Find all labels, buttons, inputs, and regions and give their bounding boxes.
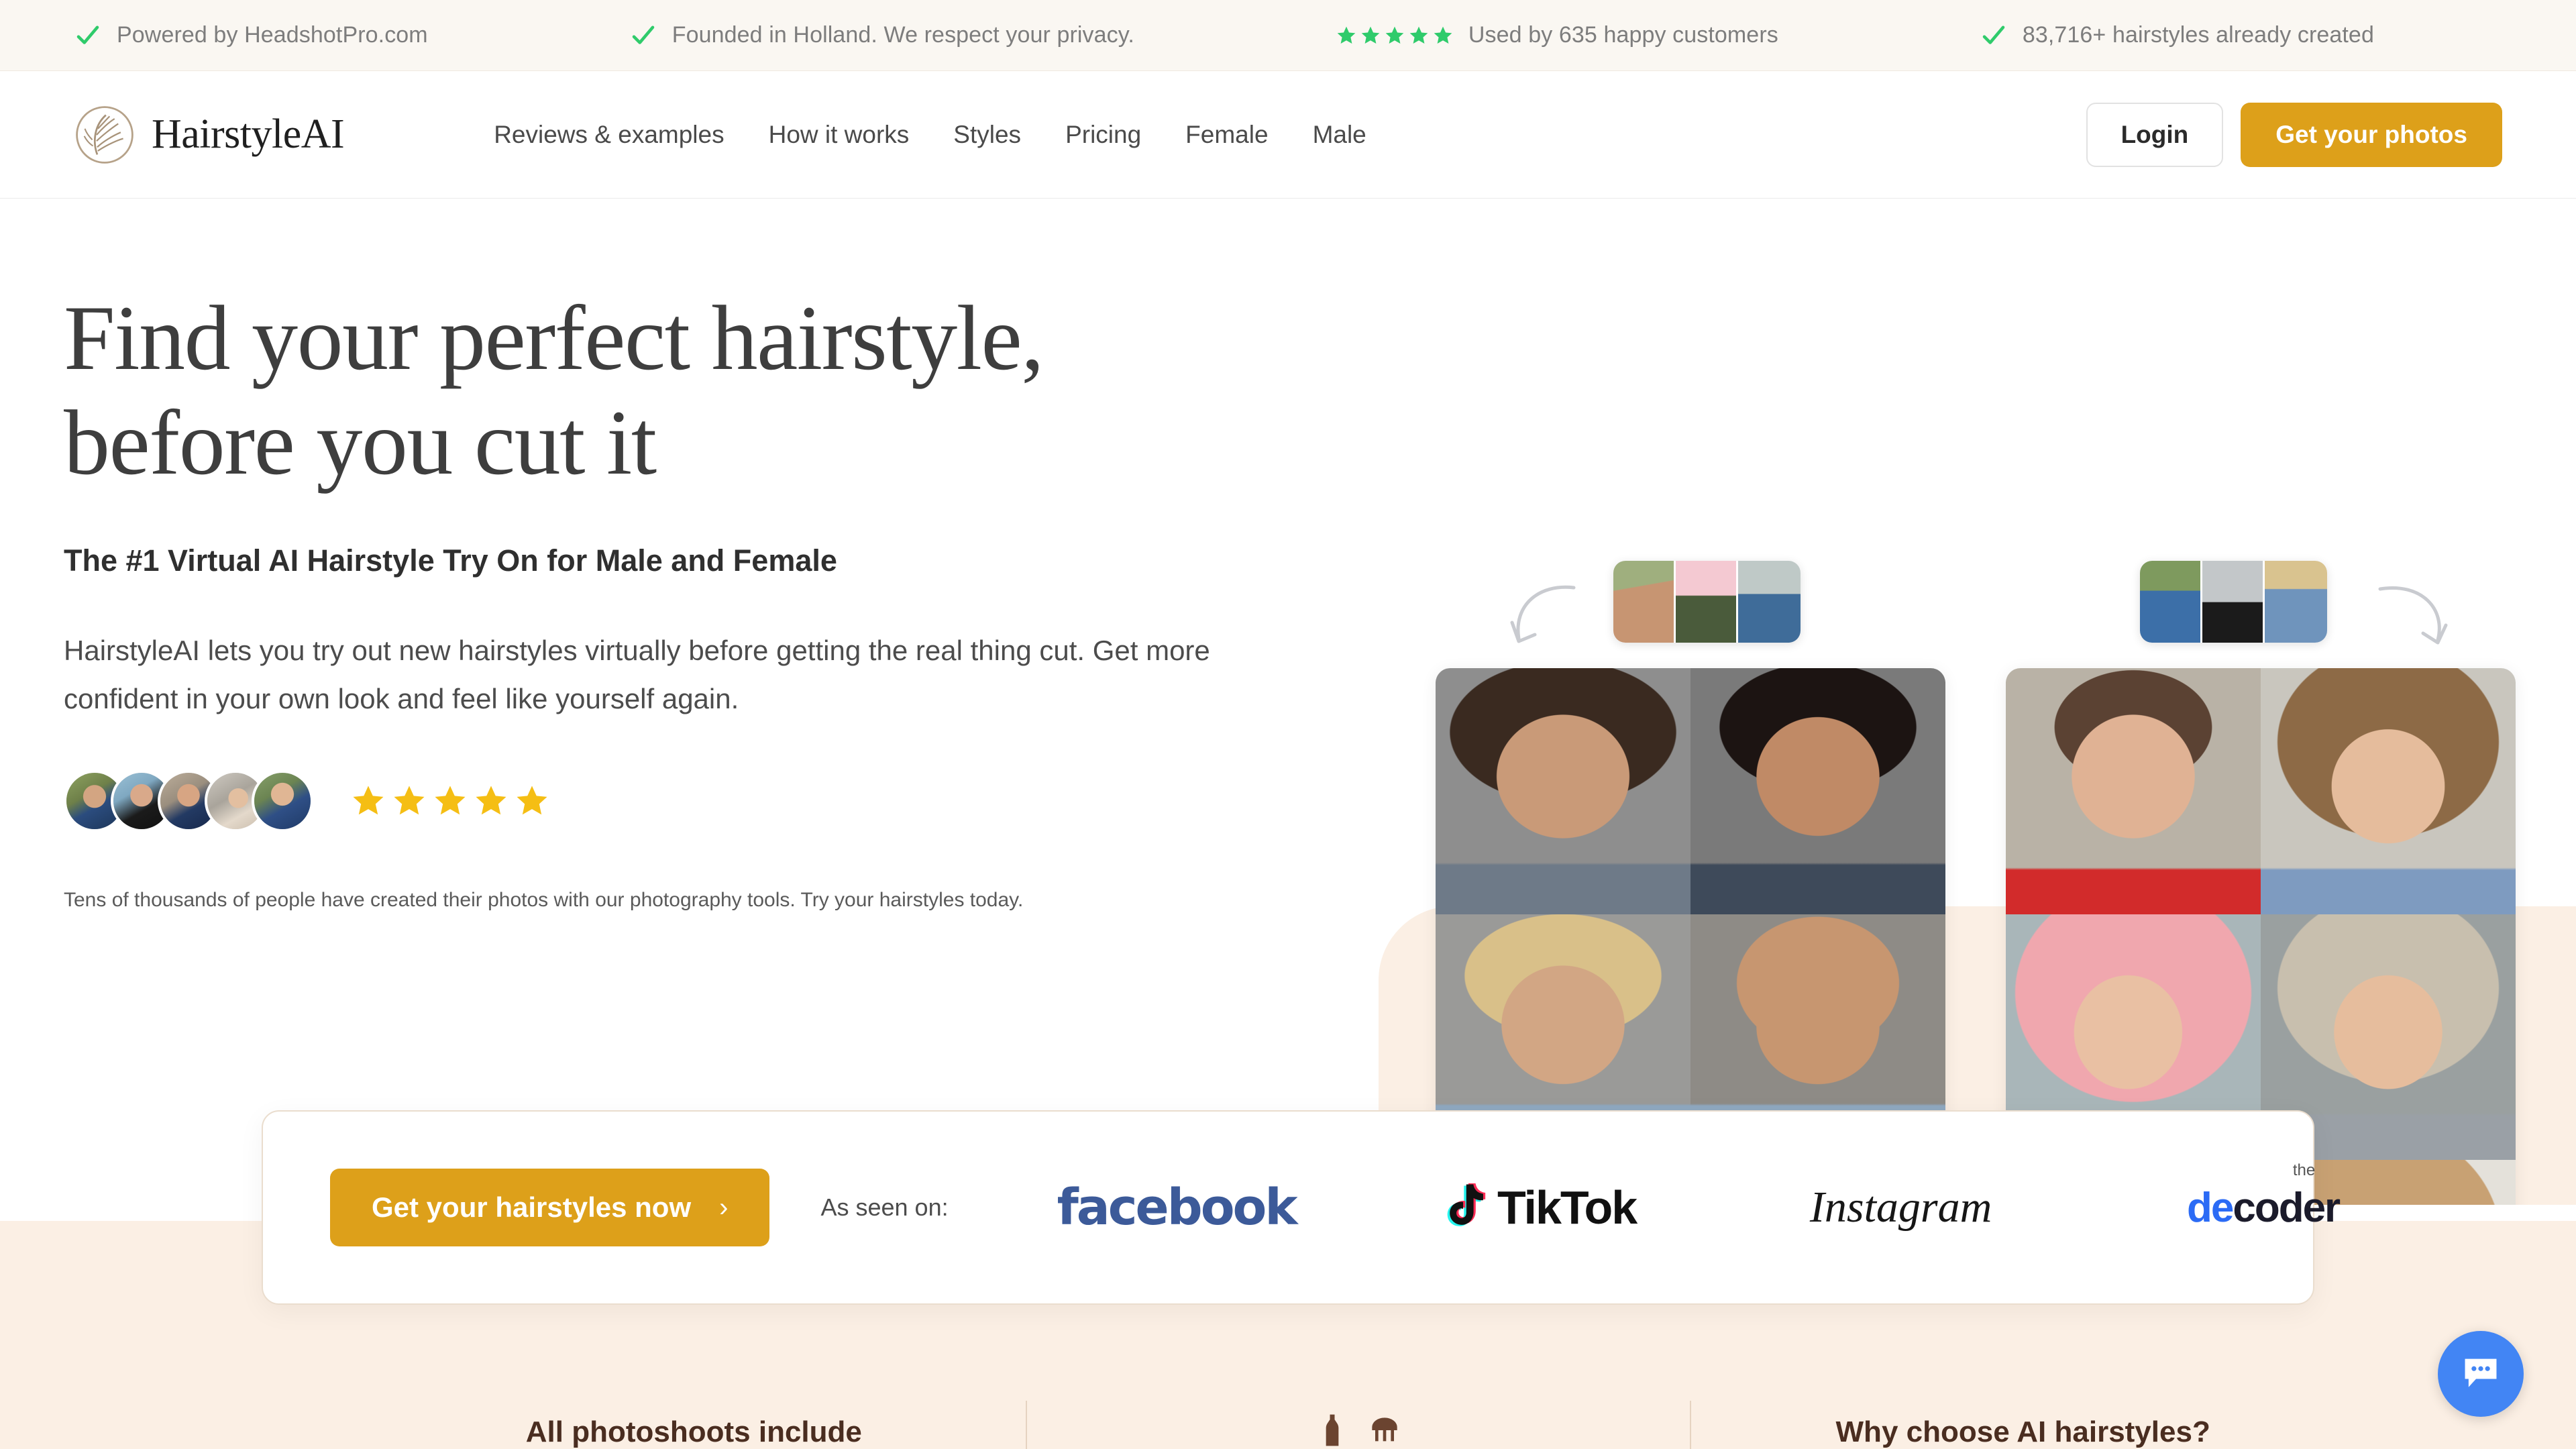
selfie-thumb — [1676, 561, 1738, 643]
trust-bar: Powered by HeadshotPro.com Founded in Ho… — [0, 0, 2576, 71]
chat-widget-button[interactable] — [2438, 1331, 2524, 1417]
stars-icon — [1336, 25, 1454, 46]
page-title: Find your perfect hairstyle, before you … — [64, 286, 1372, 495]
curved-arrow-icon — [2378, 586, 2448, 645]
uploaded-selfies-male — [1613, 561, 1801, 643]
trust-item-2-label: Founded in Holland. We respect your priv… — [672, 22, 1134, 48]
curved-arrow-icon — [1510, 585, 1576, 643]
nav-link-female[interactable]: Female — [1163, 121, 1290, 149]
brand-logo[interactable]: HairstyleAI — [74, 104, 345, 166]
headline-line-2: before you cut it — [64, 390, 657, 494]
selfie-thumb — [1613, 561, 1676, 643]
tiktok-note-icon — [1447, 1183, 1486, 1226]
decoder-logo[interactable]: the de coder — [2082, 1161, 2445, 1232]
trust-item-4: 83,716+ hairstyles already created — [1980, 21, 2374, 50]
chat-bubble-icon — [2465, 1358, 2497, 1387]
avatar — [252, 770, 313, 833]
trust-item-3-label: Used by 635 happy customers — [1468, 22, 1778, 48]
gallery-cell[interactable] — [2006, 668, 2261, 914]
social-proof — [64, 770, 1372, 833]
cta-button-label: Get your hairstyles now — [372, 1191, 692, 1223]
trust-item-2: Founded in Holland. We respect your priv… — [629, 21, 1134, 50]
get-your-photos-button[interactable]: Get your photos — [2241, 102, 2502, 167]
trust-item-1: Powered by HeadshotPro.com — [74, 21, 428, 50]
comb-icon — [1372, 1417, 1397, 1442]
feature-col-icons — [1027, 1411, 1690, 1449]
trust-item-3: Used by 635 happy customers — [1336, 22, 1778, 48]
tiktok-logo[interactable]: TikTok — [1358, 1180, 1720, 1235]
selfie-thumb — [2140, 561, 2202, 643]
nav-link-how-it-works[interactable]: How it works — [747, 121, 932, 149]
nav-link-pricing[interactable]: Pricing — [1043, 121, 1163, 149]
nav-link-styles[interactable]: Styles — [931, 121, 1043, 149]
hero-body-text: HairstyleAI lets you try out new hairsty… — [64, 634, 1210, 715]
avatar-group — [64, 770, 313, 833]
check-icon — [1982, 25, 2005, 44]
feature-col-right: Why choose AI hairstyles? — [1691, 1415, 2355, 1449]
hero-copy: Find your perfect hairstyle, before you … — [64, 286, 1372, 917]
nav-link-reviews[interactable]: Reviews & examples — [472, 121, 746, 149]
hero-fineprint: Tens of thousands of people have created… — [64, 889, 1024, 912]
trust-item-1-label: Powered by HeadshotPro.com — [117, 22, 428, 48]
nav-link-male[interactable]: Male — [1291, 121, 1389, 149]
gallery-cell[interactable] — [1690, 668, 1945, 914]
why-choose-ai-hairstyles-title: Why choose AI hairstyles? — [1835, 1415, 2210, 1448]
main-navigation: HairstyleAI Reviews & examples How it wo… — [0, 71, 2576, 199]
as-seen-on-label: As seen on: — [820, 1193, 949, 1221]
bottle-icon — [1326, 1414, 1339, 1446]
hero-section: Find your perfect hairstyle, before you … — [0, 199, 2576, 1205]
nav-links: Reviews & examples How it works Styles P… — [472, 121, 1389, 149]
instagram-logo[interactable]: Instagram — [1720, 1182, 2082, 1233]
headline-line-1: Find your perfect hairstyle, — [64, 286, 1044, 389]
nav-actions: Login Get your photos — [2086, 102, 2502, 167]
gallery-cell[interactable] — [1436, 668, 1690, 914]
brand-name: HairstyleAI — [152, 111, 345, 157]
feature-col-left: All photoshoots include — [362, 1415, 1026, 1449]
rating-stars — [350, 783, 550, 819]
check-icon — [76, 25, 99, 44]
hero-subheadline: The #1 Virtual AI Hairstyle Try On for M… — [64, 543, 837, 578]
get-your-hairstyles-now-button[interactable]: Get your hairstyles now › — [330, 1169, 770, 1246]
facebook-logo[interactable]: facebook — [996, 1179, 1358, 1236]
features-row: All photoshoots include Why choose AI ha… — [0, 1335, 2576, 1449]
uploaded-selfies-female — [2140, 561, 2327, 643]
all-photoshoots-include-title: All photoshoots include — [525, 1415, 862, 1448]
leaf-circle-icon — [76, 105, 133, 164]
check-icon — [632, 25, 655, 44]
selfie-thumb — [2202, 561, 2265, 643]
gallery-cell[interactable] — [2261, 668, 2516, 914]
press-logos: facebook TikTok Instagram the de coder — [996, 1161, 2445, 1237]
trust-item-4-label: 83,716+ hairstyles already created — [2022, 22, 2374, 48]
feature-icons — [1313, 1411, 1403, 1449]
selfie-thumb — [1738, 561, 1801, 643]
login-button[interactable]: Login — [2086, 102, 2224, 167]
selfie-thumb — [2265, 561, 2327, 643]
chevron-right-icon: › — [719, 1192, 729, 1222]
cta-card: Get your hairstyles now › As seen on: fa… — [262, 1110, 2341, 1305]
